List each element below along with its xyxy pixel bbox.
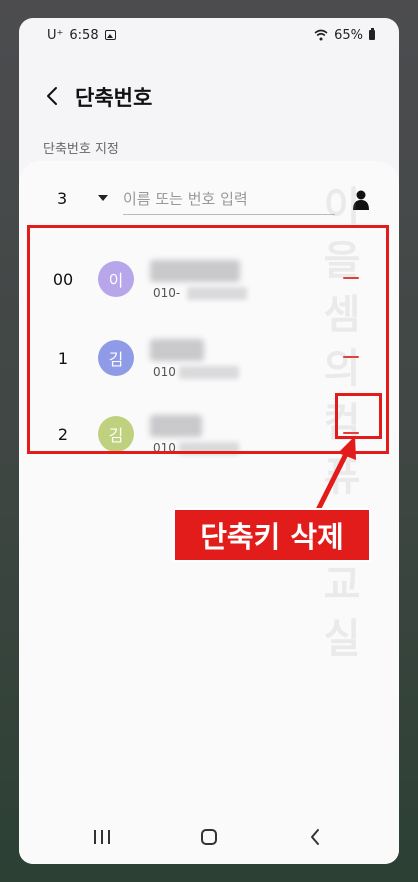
- battery-level: 65%: [334, 27, 363, 43]
- navigation-bar: [19, 818, 399, 858]
- clock: 6:58: [69, 27, 99, 43]
- section-title: 단축번호 지정: [43, 142, 119, 157]
- speed-dial-number-select[interactable]: 3: [57, 189, 67, 208]
- wifi-icon: [314, 29, 328, 41]
- speed-dial-input-row: 3: [19, 181, 399, 221]
- highlight-delete-button: [335, 393, 382, 439]
- recents-icon[interactable]: [94, 830, 110, 844]
- gallery-notification-icon: [104, 30, 116, 40]
- nav-back-icon[interactable]: [307, 828, 325, 846]
- annotation-arrow: [315, 436, 356, 513]
- contact-person-icon[interactable]: [352, 189, 370, 211]
- app-header: 단축번호: [19, 76, 399, 116]
- name-or-number-input[interactable]: [123, 183, 335, 215]
- back-arrow-icon[interactable]: [41, 84, 65, 108]
- page-title: 단축번호: [75, 86, 153, 110]
- status-bar: U⁺ 6:58 65%: [19, 18, 399, 52]
- battery-icon: [369, 28, 375, 40]
- annotation-label: 단축키 삭제: [173, 508, 371, 562]
- dropdown-arrow-icon[interactable]: [98, 195, 108, 201]
- carrier-label: U⁺: [47, 27, 64, 43]
- home-icon[interactable]: [201, 829, 217, 845]
